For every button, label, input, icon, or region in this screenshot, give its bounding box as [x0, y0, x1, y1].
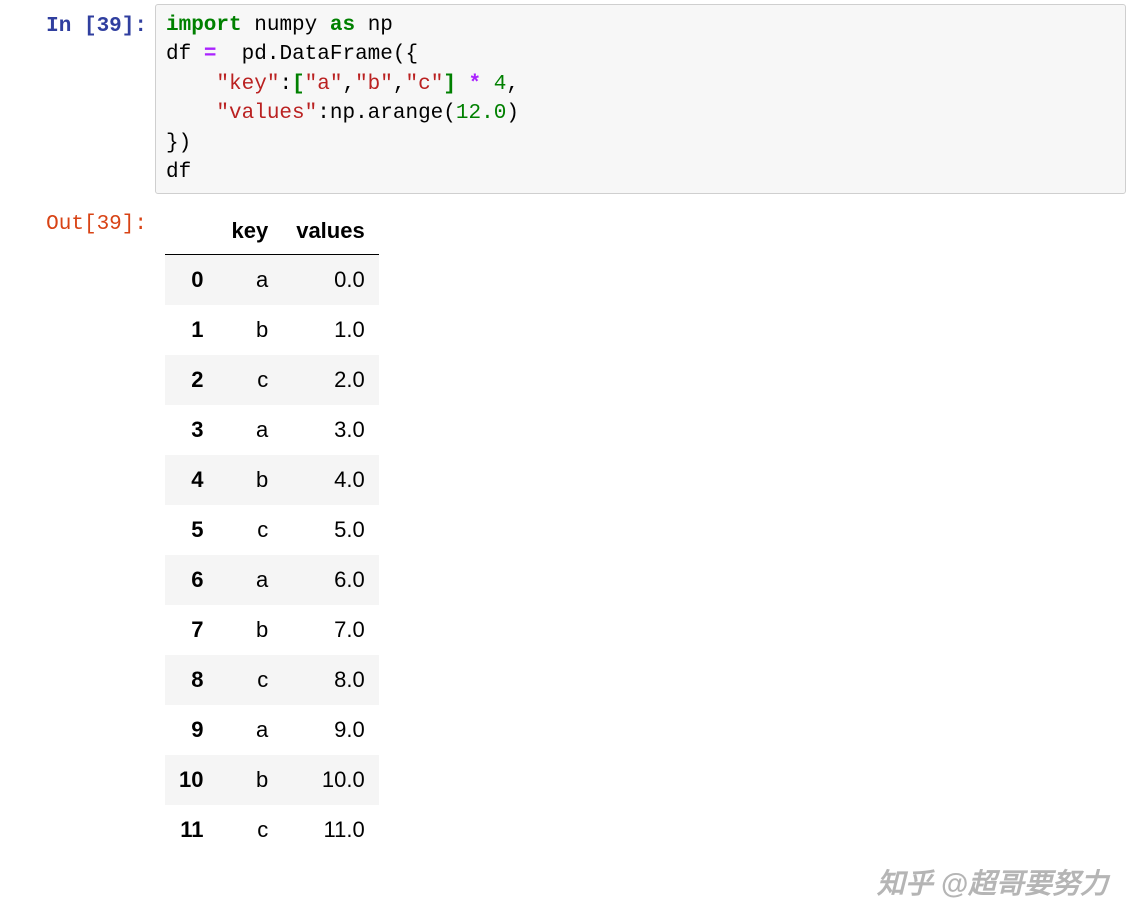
row-index: 3	[165, 405, 217, 455]
cell-key: b	[217, 605, 282, 655]
table-row: 6a6.0	[165, 555, 379, 605]
cell-key: a	[217, 405, 282, 455]
row-index: 8	[165, 655, 217, 705]
table-row: 1b1.0	[165, 305, 379, 355]
cell-values: 8.0	[282, 655, 379, 705]
string-key: "key"	[216, 73, 279, 96]
index-header	[165, 208, 217, 255]
keyword-import: import	[166, 14, 242, 37]
alias-np: np	[368, 14, 393, 37]
open-bracket-icon: [	[292, 73, 305, 96]
cell-values: 6.0	[282, 555, 379, 605]
dataframe-call: pd.DataFrame({	[242, 43, 418, 66]
cell-key: b	[217, 755, 282, 805]
cell-values: 9.0	[282, 705, 379, 755]
cell-key: c	[217, 805, 282, 855]
table-row: 0a0.0	[165, 255, 379, 306]
table-row: 5c5.0	[165, 505, 379, 555]
cell-values: 10.0	[282, 755, 379, 805]
cell-key: c	[217, 505, 282, 555]
row-index: 1	[165, 305, 217, 355]
output-cell: Out[39]: key values 0a0.01b1.02c2.03a3.0…	[0, 198, 1126, 865]
row-index: 5	[165, 505, 217, 555]
input-prompt: In [39]:	[0, 4, 155, 41]
col-header-key: key	[217, 208, 282, 255]
table-row: 9a9.0	[165, 705, 379, 755]
cell-key: c	[217, 655, 282, 705]
star-op: *	[469, 73, 482, 96]
dataframe-table: key values 0a0.01b1.02c2.03a3.04b4.05c5.…	[165, 208, 379, 855]
cell-values: 5.0	[282, 505, 379, 555]
input-cell: In [39]: import numpy as np df = pd.Data…	[0, 0, 1126, 198]
cell-key: a	[217, 705, 282, 755]
table-header-row: key values	[165, 208, 379, 255]
table-row: 2c2.0	[165, 355, 379, 405]
cell-values: 7.0	[282, 605, 379, 655]
cell-values: 3.0	[282, 405, 379, 455]
row-index: 0	[165, 255, 217, 306]
cell-key: b	[217, 455, 282, 505]
table-row: 10b10.0	[165, 755, 379, 805]
table-row: 11c11.0	[165, 805, 379, 855]
row-index: 6	[165, 555, 217, 605]
code-editor[interactable]: import numpy as np df = pd.DataFrame({ "…	[155, 4, 1126, 194]
output-prompt: Out[39]:	[0, 202, 155, 239]
watermark-text: 知乎 @超哥要努力	[877, 862, 1108, 902]
cell-values: 2.0	[282, 355, 379, 405]
expr-df: df	[166, 161, 191, 184]
cell-key: a	[217, 255, 282, 306]
row-index: 2	[165, 355, 217, 405]
output-area: key values 0a0.01b1.02c2.03a3.04b4.05c5.…	[155, 202, 1126, 861]
table-row: 4b4.0	[165, 455, 379, 505]
var-df: df	[166, 43, 191, 66]
close-bracket-icon: ]	[443, 73, 456, 96]
cell-key: c	[217, 355, 282, 405]
table-row: 3a3.0	[165, 405, 379, 455]
cell-key: b	[217, 305, 282, 355]
table-row: 7b7.0	[165, 605, 379, 655]
row-index: 10	[165, 755, 217, 805]
col-header-values: values	[282, 208, 379, 255]
equals-op: =	[204, 43, 217, 66]
cell-values: 4.0	[282, 455, 379, 505]
cell-key: a	[217, 555, 282, 605]
string-values: "values"	[216, 102, 317, 125]
row-index: 11	[165, 805, 217, 855]
cell-values: 1.0	[282, 305, 379, 355]
row-index: 7	[165, 605, 217, 655]
row-index: 4	[165, 455, 217, 505]
keyword-as: as	[330, 14, 355, 37]
row-index: 9	[165, 705, 217, 755]
cell-values: 0.0	[282, 255, 379, 306]
module-numpy: numpy	[254, 14, 317, 37]
table-row: 8c8.0	[165, 655, 379, 705]
cell-values: 11.0	[282, 805, 379, 855]
